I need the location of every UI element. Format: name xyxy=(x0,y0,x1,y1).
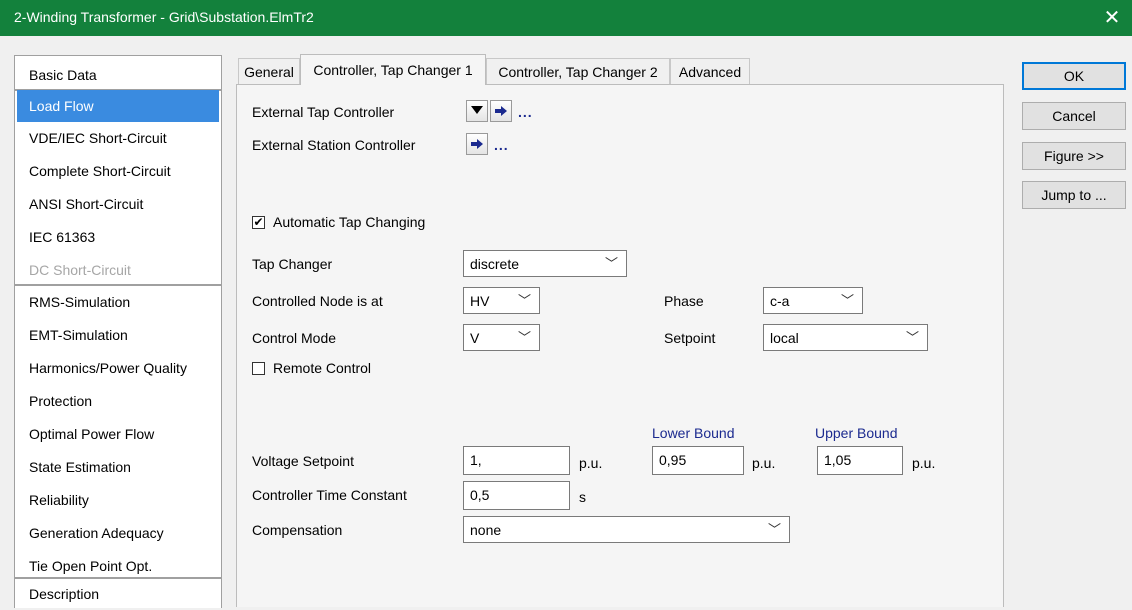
title-bar: 2-Winding Transformer - Grid\Substation.… xyxy=(0,0,1132,36)
sidebar-item-load-flow[interactable]: Load Flow xyxy=(17,90,219,122)
sidebar-item-dc-short-circuit: DC Short-Circuit xyxy=(29,262,131,278)
lower-bound-input[interactable]: 0,95 xyxy=(652,446,744,475)
cancel-button[interactable]: Cancel xyxy=(1022,102,1126,130)
controller-time-constant-value: 0,5 xyxy=(470,487,490,503)
automatic-tap-changing-checkbox[interactable]: ✔ xyxy=(252,216,265,229)
remote-control-label: Remote Control xyxy=(273,360,372,376)
chevron-down-icon: ﹀ xyxy=(517,330,531,345)
arrow-right-icon xyxy=(495,106,507,116)
compensation-select[interactable]: none ﹀ xyxy=(463,516,790,543)
controller-time-constant-input[interactable]: 0,5 xyxy=(463,481,570,510)
sidebar-item-basic-data[interactable]: Basic Data xyxy=(17,59,219,91)
controlled-node-select[interactable]: HV ﹀ xyxy=(463,287,540,314)
sidebar-item-rms-simulation[interactable]: RMS-Simulation xyxy=(17,286,219,318)
phase-label: Phase xyxy=(664,293,704,309)
sidebar-item-optimal-power-flow[interactable]: Optimal Power Flow xyxy=(17,418,219,450)
tab-advanced[interactable]: Advanced xyxy=(670,58,750,84)
sidebar-item-vde-iec-short-circuit[interactable]: VDE/IEC Short-Circuit xyxy=(17,122,219,154)
control-mode-value: V xyxy=(470,330,480,346)
tab-controller-tap-changer-2[interactable]: Controller, Tap Changer 2 xyxy=(486,58,670,84)
lower-bound-header: Lower Bound xyxy=(652,425,735,441)
external-tap-controller-label: External Tap Controller xyxy=(252,104,395,120)
upper-bound-unit: p.u. xyxy=(912,455,936,471)
control-mode-select[interactable]: V ﹀ xyxy=(463,324,540,351)
controlled-node-label: Controlled Node is at xyxy=(252,293,383,309)
control-mode-label: Control Mode xyxy=(252,330,337,346)
ok-button[interactable]: OK xyxy=(1022,62,1126,90)
phase-select[interactable]: c-a ﹀ xyxy=(763,287,863,314)
tab-controller-tap-changer-1[interactable]: Controller, Tap Changer 1 xyxy=(300,54,486,85)
close-icon[interactable]: ✕ xyxy=(1100,5,1124,30)
external-station-controller-label: External Station Controller xyxy=(252,137,416,153)
controller-time-constant-label: Controller Time Constant xyxy=(252,487,407,503)
setpoint-select[interactable]: local ﹀ xyxy=(763,324,928,351)
chevron-down-icon: ﹀ xyxy=(517,293,531,308)
sidebar-item-harmonics-power-quality[interactable]: Harmonics/Power Quality xyxy=(17,352,219,384)
window-title: 2-Winding Transformer - Grid\Substation.… xyxy=(14,9,314,25)
chevron-down-icon: ﹀ xyxy=(840,293,854,308)
setpoint-value: local xyxy=(770,330,799,346)
voltage-setpoint-unit: p.u. xyxy=(579,455,603,471)
controller-time-constant-unit: s xyxy=(579,489,586,505)
select-dropdown-button[interactable] xyxy=(466,100,488,122)
chevron-down-icon: ﹀ xyxy=(767,522,781,537)
sidebar-item-description[interactable]: Description xyxy=(17,578,219,610)
sidebar-item-generation-adequacy[interactable]: Generation Adequacy xyxy=(17,517,219,549)
tap-changer-label: Tap Changer xyxy=(252,256,333,272)
figure-button[interactable]: Figure >> xyxy=(1022,142,1126,170)
sidebar-item-protection[interactable]: Protection xyxy=(17,385,219,417)
tap-changer-value: discrete xyxy=(470,256,520,272)
compensation-label: Compensation xyxy=(252,522,343,538)
compensation-value: none xyxy=(470,522,502,538)
voltage-setpoint-value: 1, xyxy=(470,452,482,468)
sidebar-item-ansi-short-circuit[interactable]: ANSI Short-Circuit xyxy=(17,188,219,220)
arrow-right-icon xyxy=(471,139,483,149)
chevron-down-icon: ﹀ xyxy=(905,330,919,345)
page-list: Basic Data Load Flow VDE/IEC Short-Circu… xyxy=(14,55,222,608)
browse-tap-controller-dots[interactable]: ... xyxy=(518,104,533,120)
upper-bound-header: Upper Bound xyxy=(815,425,898,441)
tab-general[interactable]: General xyxy=(238,58,300,84)
lower-bound-unit: p.u. xyxy=(752,455,776,471)
sidebar-item-iec-61363[interactable]: IEC 61363 xyxy=(17,221,219,253)
jump-to-button[interactable]: Jump to ... xyxy=(1022,181,1126,209)
setpoint-label: Setpoint xyxy=(664,330,716,346)
remote-control-checkbox[interactable] xyxy=(252,362,265,375)
sidebar-item-emt-simulation[interactable]: EMT-Simulation xyxy=(17,319,219,351)
phase-value: c-a xyxy=(770,293,790,309)
triangle-down-icon xyxy=(471,106,483,114)
tap-changer-select[interactable]: discrete ﹀ xyxy=(463,250,627,277)
chevron-down-icon: ﹀ xyxy=(604,256,618,271)
voltage-setpoint-label: Voltage Setpoint xyxy=(252,453,354,469)
upper-bound-input[interactable]: 1,05 xyxy=(817,446,903,475)
jump-to-controller-button[interactable] xyxy=(490,100,512,122)
sidebar-item-complete-short-circuit[interactable]: Complete Short-Circuit xyxy=(17,155,219,187)
controlled-node-value: HV xyxy=(470,293,490,309)
automatic-tap-changing-label: Automatic Tap Changing xyxy=(273,214,426,230)
lower-bound-value: 0,95 xyxy=(659,452,687,468)
sidebar-item-reliability[interactable]: Reliability xyxy=(17,484,219,516)
voltage-setpoint-input[interactable]: 1, xyxy=(463,446,570,475)
browse-station-controller-dots[interactable]: ... xyxy=(494,137,509,153)
sidebar-item-state-estimation[interactable]: State Estimation xyxy=(17,451,219,483)
upper-bound-value: 1,05 xyxy=(824,452,852,468)
jump-to-station-controller-button[interactable] xyxy=(466,133,488,155)
